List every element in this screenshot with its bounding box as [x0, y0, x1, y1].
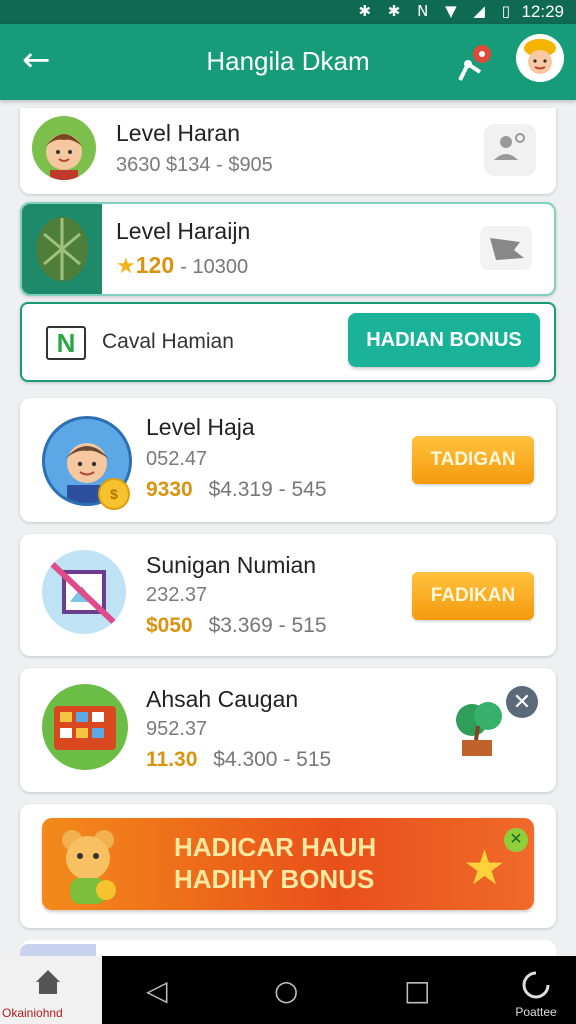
star-icon: ★: [462, 840, 506, 896]
item-amount: $050: [146, 614, 193, 637]
item-code: 952.37: [146, 718, 208, 740]
flag-icon[interactable]: [480, 226, 532, 270]
bear-icon: [62, 830, 116, 904]
item-thumb: [42, 550, 126, 634]
item-amount: 9330: [146, 478, 193, 501]
list-item[interactable]: Sunigan Numian 232.37 $050 $3.369 - 515 …: [20, 534, 556, 656]
network-icon[interactable]: [452, 42, 496, 86]
home-tab[interactable]: Okainiohnd: [0, 956, 102, 1024]
item-amount-row: 11.30 $4.300 - 515: [146, 748, 331, 772]
status-icons: ✱ ✱ N ▼ ◢ ▯: [358, 2, 516, 20]
bonus-row: N Caval Hamian HADIAN BONUS: [20, 302, 556, 382]
checkbox-icon[interactable]: N: [46, 326, 86, 360]
level-points-row: ★120 - 10300: [116, 252, 248, 279]
item-range: $3.369 - 515: [208, 614, 327, 637]
item-code: 232.37: [146, 584, 208, 606]
item-code: 052.47: [146, 448, 208, 470]
list-item[interactable]: $ Level Haja 052.47 9330 $4.319 - 545 TA…: [20, 398, 556, 522]
status-time: 12:29: [521, 2, 564, 21]
refresh-icon: [522, 971, 550, 999]
item-amount: 11.30: [146, 748, 198, 771]
close-icon[interactable]: ✕: [504, 828, 528, 852]
level-thumb: [22, 204, 102, 294]
item-range: $4.319 - 545: [208, 478, 327, 501]
banner-card: HADICAR HAUH HADIHY BONUS ★ ✕: [20, 804, 556, 928]
tadigan-button[interactable]: TADIGAN: [412, 436, 534, 484]
item-title: Sunigan Numian: [146, 552, 317, 578]
level-points: 120: [135, 252, 175, 278]
item-amount-row: $050 $3.369 - 515: [146, 614, 327, 638]
close-icon[interactable]: ✕: [506, 686, 538, 718]
app-bar: ← Hangila Dkam: [0, 24, 576, 100]
profile-avatar: [32, 116, 96, 180]
next-card-peek: [20, 940, 556, 956]
user-avatar[interactable]: [516, 34, 564, 82]
back-nav-icon[interactable]: ◁: [146, 974, 168, 1007]
item-range: $4.300 - 515: [213, 748, 332, 771]
coin-icon: $: [98, 478, 130, 510]
people-icon[interactable]: [484, 124, 536, 176]
level-title: Level Haraijn: [116, 218, 251, 244]
profile-subtitle: 3630 $134 - $905: [116, 154, 273, 176]
fadikan-button[interactable]: FADIKAN: [412, 572, 534, 620]
profile-card[interactable]: Level Haran 3630 $134 - $905: [20, 108, 556, 194]
profile-tab-label: Poattee: [515, 1005, 557, 1019]
profile-tab[interactable]: Poattee: [506, 970, 566, 1024]
hadian-bonus-button[interactable]: HADIAN BONUS: [348, 313, 540, 367]
item-thumb: [42, 684, 128, 770]
banner-line1: HADICAR HAUH: [174, 832, 377, 862]
home-icon: [36, 970, 60, 994]
profile-title: Level Haran: [116, 120, 241, 146]
status-bar: ✱ ✱ N ▼ ◢ ▯ 12:29: [0, 0, 576, 24]
home-nav-icon[interactable]: ○: [274, 974, 298, 1007]
item-title: Level Haja: [146, 414, 255, 440]
level-points-total: - 10300: [180, 256, 249, 278]
bonus-label: Caval Hamian: [102, 330, 234, 353]
level-card[interactable]: Level Haraijn ★120 - 10300: [20, 202, 556, 296]
bonus-banner[interactable]: HADICAR HAUH HADIHY BONUS ★ ✕: [42, 818, 534, 910]
item-title: Ahsah Caugan: [146, 686, 299, 712]
item-amount-row: 9330 $4.319 - 545: [146, 478, 327, 502]
banner-line2: HADIHY BONUS: [174, 864, 375, 894]
nav-bar: Okainiohnd ◁ ○ □ Poattee: [0, 956, 576, 1024]
home-label: Okainiohnd: [2, 1006, 63, 1020]
recents-nav-icon[interactable]: □: [404, 974, 430, 1007]
star-icon: ★: [116, 253, 136, 278]
list-item[interactable]: Ahsah Caugan 952.37 11.30 $4.300 - 515 ✕: [20, 668, 556, 792]
